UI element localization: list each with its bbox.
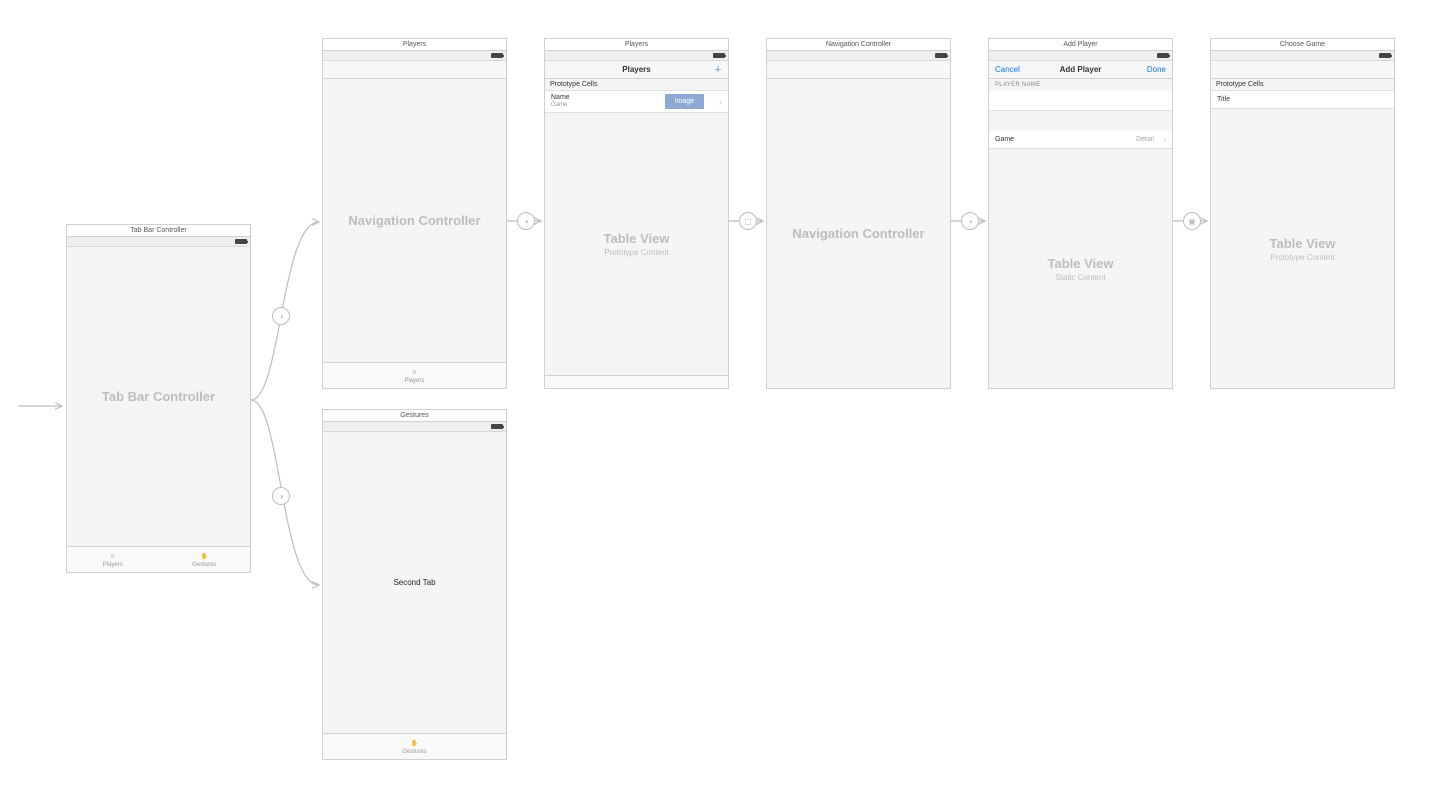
cell-title: Title	[1217, 96, 1230, 103]
tab-gestures[interactable]: ✋ Gestures	[159, 547, 251, 572]
scene-gestures[interactable]: Gestures Second Tab ✋ Gestures	[322, 409, 507, 760]
chevron-right-icon: ›	[1163, 135, 1166, 145]
nav-bar	[1211, 61, 1394, 79]
scene-body: Tab Bar Controller	[67, 247, 250, 546]
tab-gestures[interactable]: ✋ Gestures	[323, 734, 506, 759]
tab-label: Gestures	[402, 749, 426, 755]
tab-label: Gestures	[192, 562, 216, 568]
battery-icon	[491, 424, 503, 429]
scene-body: Navigation Controller	[767, 79, 950, 388]
battery-icon	[935, 53, 947, 58]
tab-players[interactable]: ♕ Players	[323, 363, 506, 388]
segue-show[interactable]: ▣	[1183, 212, 1201, 230]
status-bar	[545, 51, 728, 61]
image-placeholder: Image	[665, 94, 704, 109]
scene-big-label: Table View	[604, 231, 670, 246]
scene-body: Table View Prototype Content	[1211, 109, 1394, 388]
scene-add-player[interactable]: Add Player Cancel Add Player Done PLAYER…	[988, 38, 1173, 389]
scene-body: Table View Prototype Content	[545, 113, 728, 375]
status-bar	[67, 237, 250, 247]
scene-nav-controller-2[interactable]: Navigation Controller Navigation Control…	[766, 38, 951, 389]
cell-game: Game	[551, 102, 570, 109]
scene-tabbar-controller[interactable]: Tab Bar Controller Tab Bar Controller ♕ …	[66, 224, 251, 573]
section-player-name: PLAYER NAME	[989, 79, 1172, 91]
hand-icon: ✋	[201, 551, 208, 562]
nav-bar: Players ＋	[545, 61, 728, 79]
chess-icon: ♕	[412, 367, 417, 378]
nav-bar: Cancel Add Player Done	[989, 61, 1172, 79]
game-row[interactable]: Game Detail ›	[989, 131, 1172, 149]
hand-icon: ✋	[411, 738, 418, 749]
segue-root[interactable]: ◑	[517, 212, 535, 230]
scene-sub-label: Prototype Content	[604, 248, 668, 257]
status-bar	[1211, 51, 1394, 61]
status-bar	[767, 51, 950, 61]
tab-label: Players	[103, 562, 123, 568]
scene-choose-game[interactable]: Choose Game Prototype Cells Title Table …	[1210, 38, 1395, 389]
status-bar	[989, 51, 1172, 61]
scene-big-label: Table View	[1270, 236, 1336, 251]
tab-bar: ♕ Players ✋ Gestures	[67, 546, 250, 572]
scene-title: Tab Bar Controller	[67, 225, 250, 237]
add-button[interactable]: ＋	[714, 64, 722, 75]
segue-relationship-players[interactable]: ◑	[272, 307, 290, 325]
segue-root-2[interactable]: ◑	[961, 212, 979, 230]
center-label: Second Tab	[393, 578, 435, 587]
scene-big-label: Navigation Controller	[348, 213, 480, 228]
scene-title: Players	[545, 39, 728, 51]
done-button[interactable]: Done	[1147, 65, 1166, 74]
tab-players[interactable]: ♕ Players	[67, 547, 159, 572]
scene-title: Players	[323, 39, 506, 51]
scene-big-label: Navigation Controller	[792, 226, 924, 241]
scene-body: Navigation Controller	[323, 79, 506, 362]
battery-icon	[713, 53, 725, 58]
prototype-header: Prototype Cells	[1211, 79, 1394, 91]
scene-players-table[interactable]: Players Players ＋ Prototype Cells Name G…	[544, 38, 729, 389]
nav-title: Add Player	[1060, 65, 1102, 74]
row-detail: Detail	[1136, 136, 1154, 143]
scene-title: Navigation Controller	[767, 39, 950, 51]
chess-icon: ♕	[110, 551, 115, 562]
tab-bar: ♕ Players	[323, 362, 506, 388]
name-field-cell[interactable]	[989, 91, 1172, 111]
segue-relationship-gestures[interactable]: ◑	[272, 487, 290, 505]
battery-icon	[1379, 53, 1391, 58]
nav-bar	[323, 61, 506, 79]
scene-title: Gestures	[323, 410, 506, 422]
scene-sub-label: Prototype Content	[1270, 253, 1334, 262]
prototype-header: Prototype Cells	[545, 79, 728, 91]
scene-title: Choose Game	[1211, 39, 1394, 51]
status-bar	[323, 422, 506, 432]
row-label: Game	[995, 136, 1014, 143]
nav-title: Players	[622, 65, 650, 74]
segue-present-modal[interactable]: ▢	[739, 212, 757, 230]
chevron-right-icon: ›	[719, 97, 722, 107]
tab-label: Players	[404, 378, 424, 384]
scene-players-nav[interactable]: Players Navigation Controller ♕ Players	[322, 38, 507, 389]
tab-bar	[545, 375, 728, 388]
scene-body: Second Tab	[323, 432, 506, 733]
nav-bar	[767, 61, 950, 79]
battery-icon	[235, 239, 247, 244]
status-bar	[323, 51, 506, 61]
cancel-button[interactable]: Cancel	[995, 65, 1020, 74]
scene-big-label: Table View	[1048, 256, 1114, 271]
scene-title: Add Player	[989, 39, 1172, 51]
cell-name: Name	[551, 94, 570, 102]
battery-icon	[491, 53, 503, 58]
battery-icon	[1157, 53, 1169, 58]
scene-body: Table View Static Content	[989, 149, 1172, 388]
game-cell[interactable]: Title	[1211, 91, 1394, 109]
player-cell[interactable]: Name Game Image ›	[545, 91, 728, 113]
tab-bar: ✋ Gestures	[323, 733, 506, 759]
scene-big-label: Tab Bar Controller	[102, 389, 215, 404]
scene-sub-label: Static Content	[1055, 273, 1105, 282]
